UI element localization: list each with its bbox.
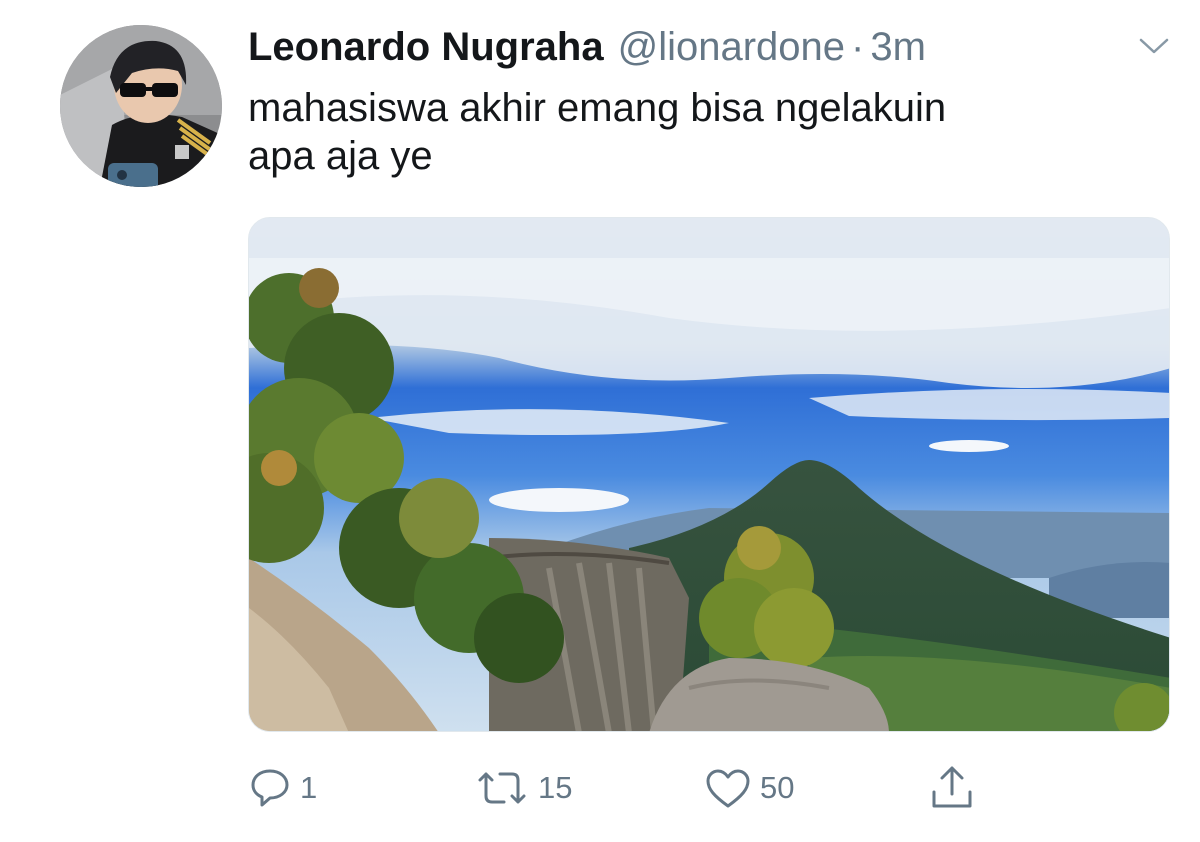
like-count: 50 [760, 770, 795, 805]
tweet-actions: 1 15 50 [248, 760, 1008, 816]
chevron-down-icon[interactable] [1136, 30, 1172, 60]
like-button[interactable]: 50 [704, 760, 794, 816]
mountain-landscape-photo [249, 218, 1169, 731]
display-name[interactable]: Leonardo Nugraha [248, 22, 604, 72]
heart-icon [706, 769, 750, 808]
retweet-count: 15 [538, 770, 573, 805]
retweet-icon [478, 772, 526, 804]
reply-count: 1 [300, 770, 318, 805]
share-button[interactable] [928, 760, 976, 816]
tweet-header: Leonardo Nugraha @lionardone · 3m [248, 22, 926, 72]
separator-dot: · [851, 25, 865, 69]
avatar[interactable] [60, 25, 222, 187]
share-icon [932, 766, 972, 808]
avatar-photo [60, 25, 222, 187]
tweet-media[interactable] [248, 217, 1170, 732]
user-handle[interactable]: @lionardone [618, 22, 845, 72]
reply-button[interactable]: 1 [248, 760, 317, 816]
tweet: Leonardo Nugraha @lionardone · 3m mahasi… [0, 0, 1200, 842]
timestamp[interactable]: 3m [870, 22, 926, 72]
tweet-text: mahasiswa akhir emang bisa ngelakuin apa… [248, 86, 947, 178]
retweet-button[interactable]: 15 [474, 760, 572, 816]
reply-icon [251, 769, 289, 807]
